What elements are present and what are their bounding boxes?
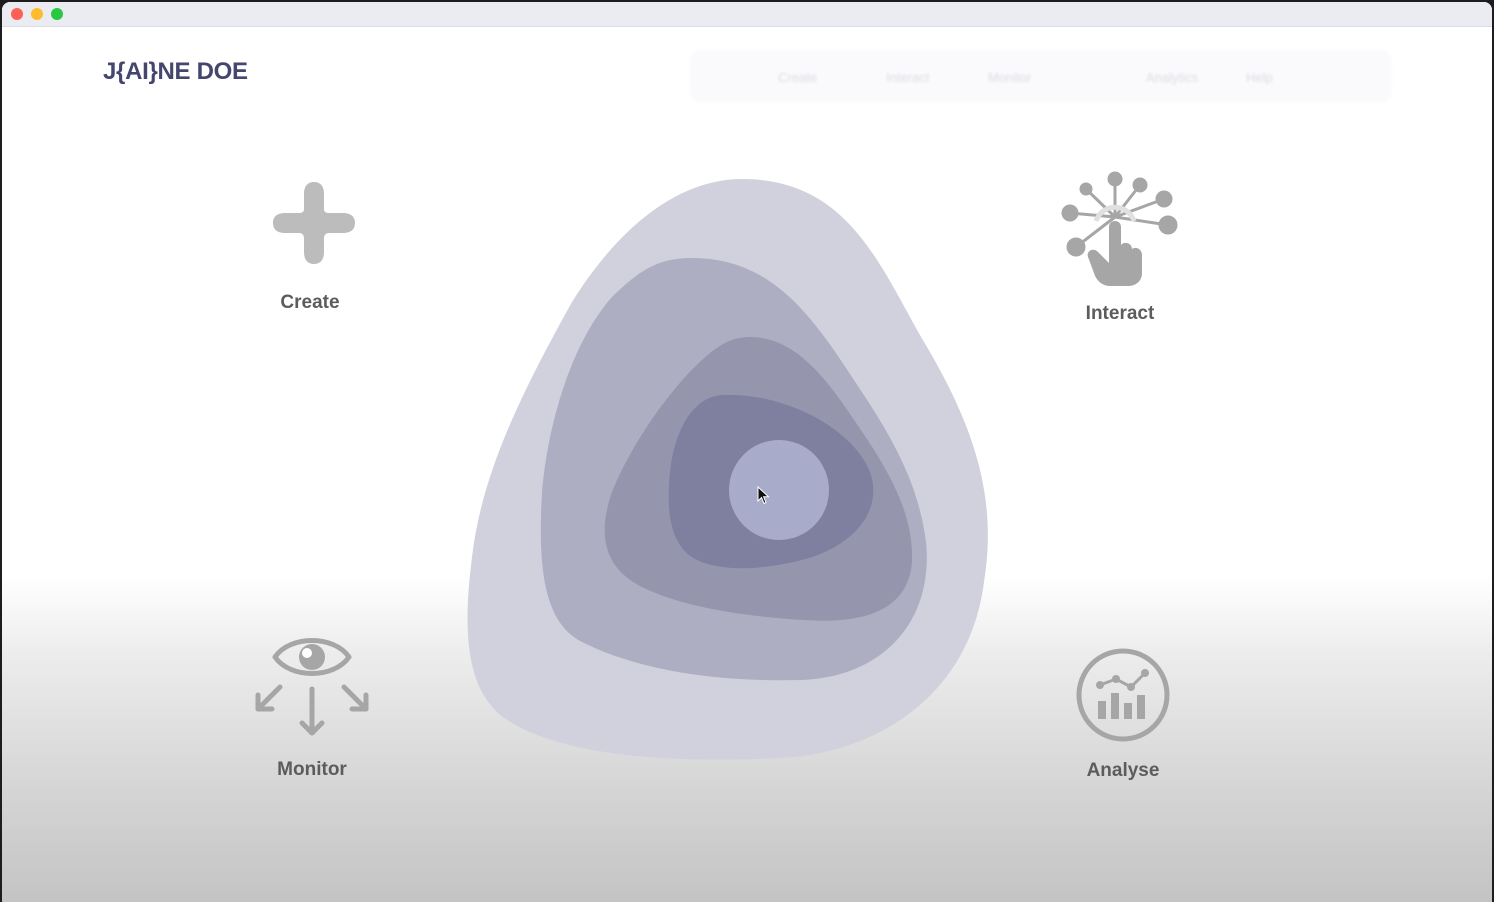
interact-feature[interactable]: Interact — [1057, 167, 1183, 327]
monitor-feature[interactable]: Monitor — [247, 627, 377, 787]
nav-item-help[interactable]: Help — [1246, 70, 1273, 85]
central-blob-graphic[interactable] — [462, 172, 1002, 772]
minimize-window-button[interactable] — [31, 8, 43, 20]
top-nav: Create Interact Monitor Analytics Help — [690, 50, 1392, 102]
mouse-cursor-icon — [757, 486, 770, 505]
brand-logo[interactable]: J{AI}NE DOE — [103, 58, 248, 86]
analyse-label: Analyse — [1086, 760, 1160, 781]
analyse-feature[interactable]: Analyse — [1060, 642, 1186, 787]
nav-item-interact[interactable]: Interact — [886, 70, 929, 85]
chart-circle-icon — [1076, 648, 1170, 742]
blob-core — [729, 440, 829, 540]
nav-item-analytics[interactable]: Analytics — [1146, 70, 1198, 85]
close-window-button[interactable] — [11, 8, 23, 20]
touch-network-icon — [1061, 171, 1178, 286]
eye-arrows-icon — [255, 638, 369, 736]
create-feature[interactable]: Create — [247, 172, 373, 322]
nav-item-monitor[interactable]: Monitor — [988, 70, 1031, 85]
window-titlebar — [2, 2, 1492, 27]
maximize-window-button[interactable] — [51, 8, 63, 20]
nav-item-create[interactable]: Create — [778, 70, 817, 85]
interact-label: Interact — [1085, 303, 1155, 324]
create-label: Create — [280, 292, 340, 313]
plus-icon — [273, 182, 355, 264]
app-window: J{AI}NE DOE Create Interact Monitor Anal… — [2, 2, 1492, 902]
monitor-label: Monitor — [277, 759, 347, 780]
